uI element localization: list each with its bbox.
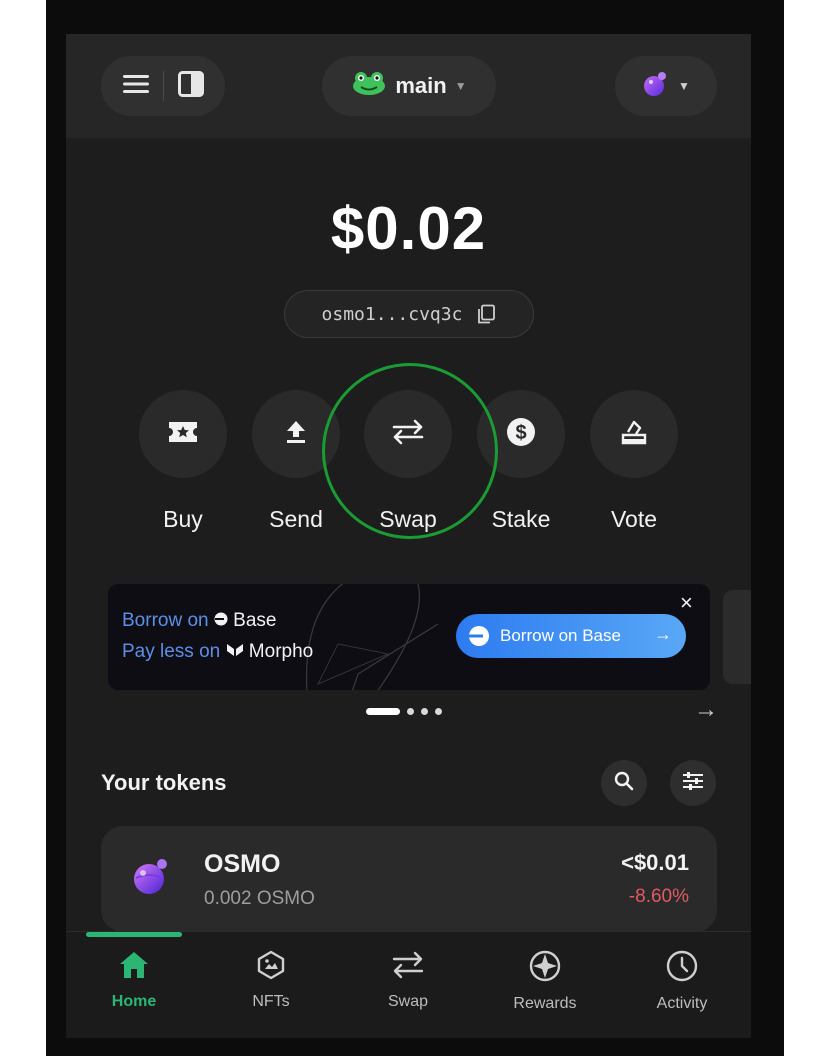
app-screen: main ▼ ▼ $0.02 osmo1...cvq3c Buy Send Sw… <box>66 34 751 1038</box>
carousel-dot[interactable] <box>407 708 414 715</box>
nav-rewards[interactable]: Rewards <box>485 950 605 1013</box>
base-logo-icon <box>468 625 490 647</box>
home-icon <box>118 952 150 984</box>
dollar-coin-icon: $ <box>506 417 536 452</box>
active-tab-indicator <box>86 932 182 937</box>
banner-line-2: Pay less on Morpho <box>122 641 313 663</box>
banner-line1-text: Borrow on <box>122 610 209 631</box>
nav-swap[interactable]: Swap <box>348 950 468 1011</box>
top-header: main ▼ ▼ <box>66 34 751 138</box>
token-symbol: OSMO <box>204 850 281 878</box>
wallet-address-copy[interactable]: osmo1...cvq3c <box>284 290 534 338</box>
osmosis-network-icon <box>642 71 668 102</box>
buy-button[interactable] <box>139 390 227 478</box>
svg-text:$: $ <box>515 422 526 444</box>
tokens-section-title: Your tokens <box>101 770 227 795</box>
search-icon <box>614 771 634 796</box>
nav-home[interactable]: Home <box>74 950 194 1011</box>
token-row-osmo[interactable]: OSMO 0.002 OSMO <$0.01 -8.60% <box>101 826 717 932</box>
copy-icon[interactable] <box>476 304 496 324</box>
banner-brand-base: Base <box>233 610 277 631</box>
carousel-next-arrow-icon[interactable]: → <box>694 696 718 724</box>
vote-button[interactable] <box>590 390 678 478</box>
frog-avatar-icon <box>351 71 387 101</box>
close-icon[interactable]: × <box>680 590 693 616</box>
borrow-button-label: Borrow on Base <box>500 626 621 645</box>
wallet-address: osmo1...cvq3c <box>321 303 463 325</box>
menu-toggle-group <box>101 56 225 116</box>
buy-action[interactable]: Buy <box>138 390 228 533</box>
swap-arrows-icon <box>391 418 425 451</box>
upload-icon <box>285 419 307 450</box>
nav-home-label: Home <box>111 993 157 1010</box>
stake-action[interactable]: $ Stake <box>476 390 566 533</box>
promo-banner[interactable]: Borrow on Base Pay less on Morpho Borrow… <box>108 584 710 690</box>
vote-label: Vote <box>610 506 658 532</box>
token-search-button[interactable] <box>601 760 647 806</box>
bottom-navigation: Home NFTs Swap Rewards Activity <box>66 931 751 1038</box>
hamburger-menu-icon[interactable] <box>122 74 149 99</box>
nav-nfts-label: NFTs <box>252 993 290 1010</box>
chevron-down-icon: ▼ <box>678 79 690 93</box>
swap-arrows-icon <box>391 951 425 984</box>
token-filter-button[interactable] <box>670 760 716 806</box>
send-button[interactable] <box>252 390 340 478</box>
wallet-selector[interactable]: main ▼ <box>322 56 496 116</box>
ballot-icon <box>620 418 648 451</box>
nft-image-icon <box>256 950 286 984</box>
stake-label: Stake <box>491 506 551 532</box>
wallet-name: main <box>395 73 447 98</box>
sidebar-panel-icon[interactable] <box>177 70 204 102</box>
carousel-dot[interactable] <box>421 708 428 715</box>
borrow-on-base-button[interactable]: Borrow on Base → <box>456 614 686 658</box>
banner-line-1: Borrow on Base <box>122 610 276 632</box>
sliders-icon <box>682 771 704 796</box>
osmo-token-icon <box>131 856 171 901</box>
nav-nfts[interactable]: NFTs <box>211 950 331 1011</box>
swap-label: Swap <box>379 506 437 532</box>
carousel-dot-active[interactable] <box>366 708 400 715</box>
send-action[interactable]: Send <box>251 390 341 533</box>
swap-action[interactable]: Swap <box>363 390 453 533</box>
buy-label: Buy <box>163 506 203 532</box>
send-label: Send <box>269 506 323 532</box>
compass-star-icon <box>529 950 561 986</box>
token-price-change: -8.60% <box>628 886 689 907</box>
swap-button[interactable] <box>364 390 452 478</box>
token-amount: 0.002 OSMO <box>204 888 315 909</box>
nav-swap-label: Swap <box>387 993 429 1010</box>
device-frame: main ▼ ▼ $0.02 osmo1...cvq3c Buy Send Sw… <box>46 0 784 1056</box>
network-selector[interactable]: ▼ <box>615 56 717 116</box>
arrow-right-icon: → <box>654 624 672 644</box>
nav-rewards-label: Rewards <box>513 995 577 1012</box>
total-balance: $0.02 <box>330 195 487 262</box>
banner-line2-text: Pay less on <box>122 641 221 662</box>
nav-activity[interactable]: Activity <box>622 950 742 1013</box>
carousel-dot[interactable] <box>435 708 442 715</box>
vote-action[interactable]: Vote <box>589 390 679 533</box>
chevron-down-icon: ▼ <box>454 79 467 93</box>
carousel-pagination <box>366 708 449 715</box>
next-banner-card[interactable] <box>723 590 751 684</box>
token-value: <$0.01 <box>621 850 689 875</box>
divider <box>162 71 164 101</box>
base-logo-icon <box>214 610 228 631</box>
morpho-logo-icon <box>226 641 244 662</box>
nav-activity-label: Activity <box>656 995 708 1012</box>
banner-brand-morpho: Morpho <box>248 641 314 662</box>
clock-icon <box>666 950 698 986</box>
stake-button[interactable]: $ <box>477 390 565 478</box>
ticket-icon <box>167 420 199 449</box>
